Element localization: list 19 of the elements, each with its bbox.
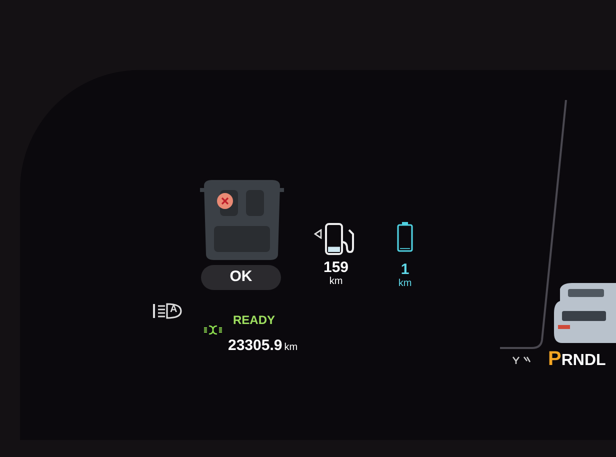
battery-range-value: 1 (400, 262, 410, 277)
low-beam-icon (203, 325, 223, 335)
ready-status: READY (233, 312, 276, 329)
gear-letter: P (548, 349, 562, 369)
indicator-icon (512, 355, 532, 365)
odometer-unit: km (284, 343, 298, 353)
gear-letter: L (596, 353, 606, 369)
gear-letter: N (572, 353, 584, 369)
gear-letter: D (584, 353, 596, 369)
fuel-range-value: 159 (323, 260, 349, 275)
odometer-value: 23305.9 (228, 338, 282, 353)
car-rear-drawing (552, 283, 616, 343)
gear-letter: R (561, 353, 573, 369)
fuel-range-unit: km (329, 277, 343, 287)
auto-headlight-icon (153, 302, 183, 320)
headlight-mode-letter: A (170, 305, 178, 315)
battery-range-unit: km (398, 279, 412, 289)
fuel-side-arrow-icon (314, 229, 322, 239)
seat-status-label: OK (201, 265, 281, 290)
